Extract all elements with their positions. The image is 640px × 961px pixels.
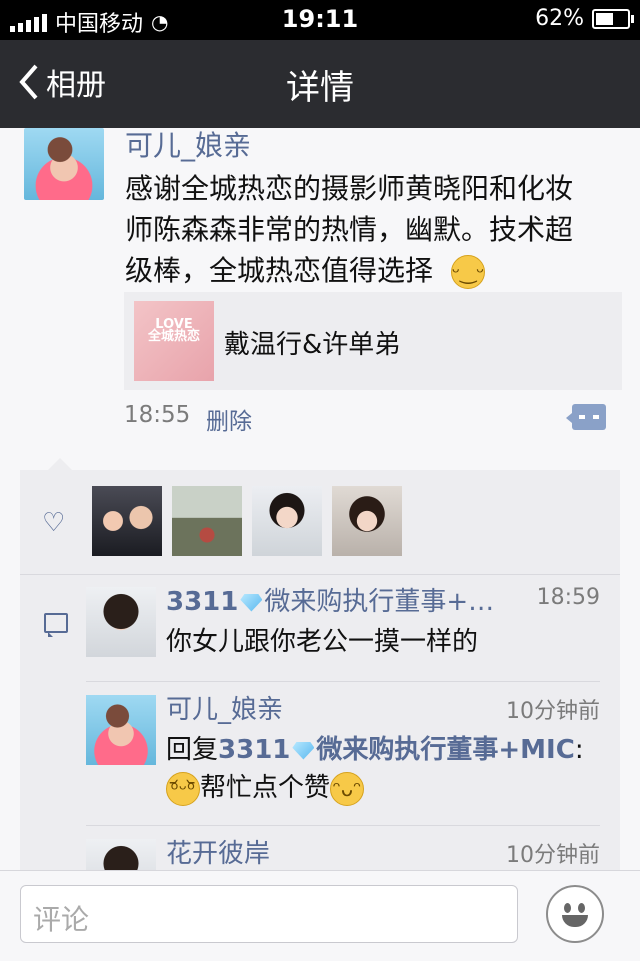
status-bar: 中国移动 ◔ 19:11 62% [0,0,640,40]
delete-link[interactable]: 删除 [206,402,252,436]
comment-time: 10分钟前 [506,843,600,868]
comment-input[interactable]: 评论 [20,885,518,943]
heart-icon: ♡ [42,508,66,538]
comment-action-button[interactable] [566,404,606,430]
divider [86,825,600,826]
comment-item[interactable]: 可儿_娘亲 10分钟前 回复3311 微来购执行董事+MIC: ᵒ᷄ᵕᵒ᷅ 帮忙点个… [86,683,600,813]
liker-avatar[interactable] [92,486,162,556]
likes-section: ♡ [20,458,620,574]
commenter-name[interactable]: 可儿_娘亲 [166,689,283,726]
diamond-icon [292,741,315,760]
comment-time: 10分钟前 [506,699,600,724]
page-title: 详情 [286,68,354,108]
link-thumbnail: LOVE 全城热恋 [134,301,214,381]
comment-text: 回复3311 微来购执行董事+MIC: ᵒ᷄ᵕᵒ᷅ 帮忙点个赞 ᵔᴗᵔ [166,731,596,807]
liker-avatar[interactable] [172,486,242,556]
battery-percent: 62% [535,6,584,31]
battery-icon [592,8,634,29]
post-time: 18:55 [124,402,191,428]
commenter-avatar[interactable] [86,587,156,657]
liker-avatar[interactable] [332,486,402,556]
detail-content[interactable]: 可儿_娘亲 感谢全城热恋的摄影师黄晓阳和化妆师陈森森非常的热情，幽默。技术超级棒… [0,128,640,870]
commenter-name[interactable]: 花开彼岸 [166,833,270,870]
comment-icon [44,613,68,637]
comment-placeholder: 评论 [33,903,90,936]
comment-item[interactable]: 3311 微来购执行董事+… 18:59 你女儿跟你老公一摸一样的 [86,575,600,675]
diamond-icon [240,593,263,612]
commenter-name[interactable]: 3311 微来购执行董事+… [166,581,494,618]
link-title: 戴温行&许单弟 [224,330,401,360]
divider [86,681,600,682]
comment-time: 18:59 [536,585,600,610]
post-text: 感谢全城热恋的摄影师黄晓阳和化妆师陈森森非常的热情，幽默。技术超级棒，全城热恋值… [125,172,574,289]
commenter-avatar[interactable] [86,695,156,765]
smile-emoji-icon: ᵔᴗᵔ [330,771,365,806]
battery-group: 62% [535,6,634,31]
navigation-bar: 相册 详情 [0,40,640,128]
comment-text: 你女儿跟你老公一摸一样的 [166,627,479,657]
comment-composer: 评论 [0,870,640,961]
post-author-avatar[interactable] [24,128,104,200]
more-dots-icon [579,415,599,419]
comments-section: 3311 微来购执行董事+… 18:59 你女儿跟你老公一摸一样的 可儿_娘亲 1… [20,574,620,870]
thinking-emoji-icon: ᵒ᷄ᵕᵒ᷅ [166,771,200,806]
emoji-button[interactable] [546,885,604,943]
grin-emoji-icon: ᵕ‿ᵕ [450,255,485,289]
liker-avatar[interactable] [252,486,322,556]
post-author-name[interactable]: 可儿_娘亲 [125,128,251,164]
shared-link-card[interactable]: LOVE 全城热恋 戴温行&许单弟 [124,292,622,390]
commenter-avatar[interactable] [86,839,156,870]
comment-item[interactable]: 花开彼岸 10分钟前 [86,827,600,870]
